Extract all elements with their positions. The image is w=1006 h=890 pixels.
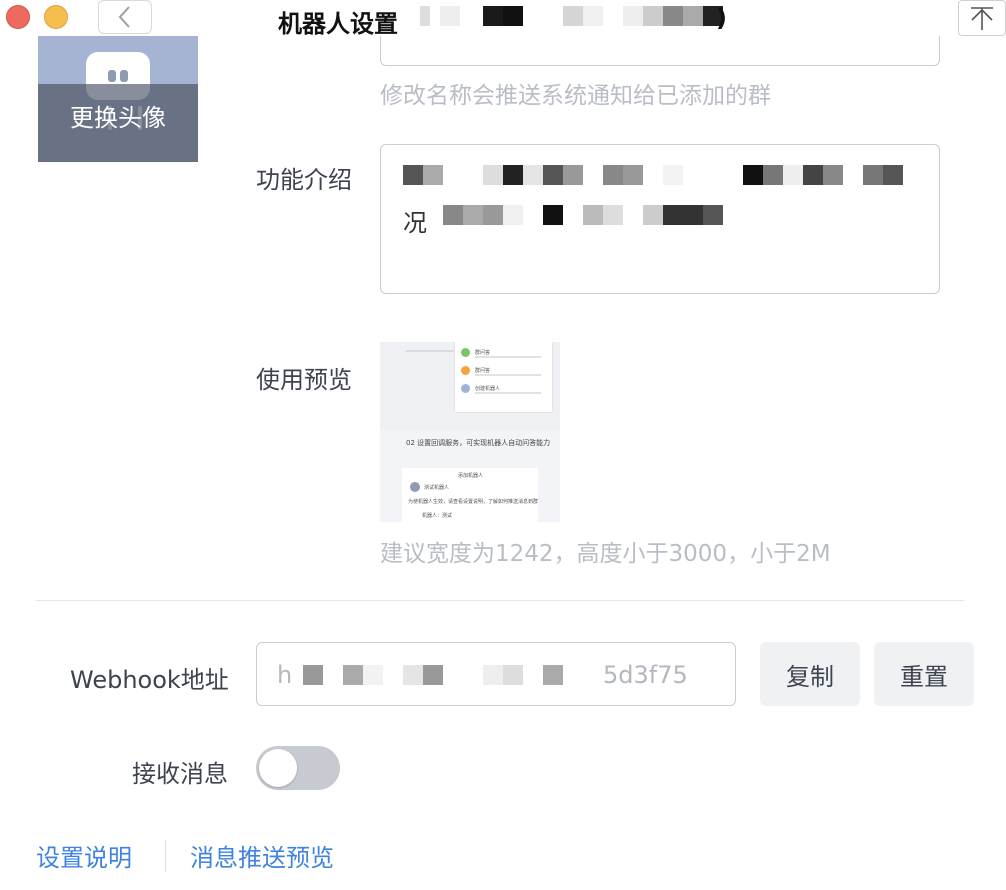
redaction xyxy=(463,205,483,225)
redaction xyxy=(423,165,443,185)
redaction xyxy=(420,6,430,26)
redaction xyxy=(763,165,783,185)
chevron-left-icon xyxy=(118,6,130,28)
chat-icon xyxy=(461,348,470,357)
preview-panel: 添加机器人 测试机器人 为使机器人生效，请查看设置说明，了解如何推送消息到群 机… xyxy=(402,468,538,522)
change-avatar-label: 更换头像 xyxy=(70,104,166,132)
redaction xyxy=(543,165,563,185)
description-textarea[interactable]: 况 xyxy=(380,144,940,294)
preview-heading: 02 设置回调服务，可实现机器人自动问答能力 xyxy=(406,439,551,447)
window-title: 机器人设置 xyxy=(278,4,398,39)
redaction xyxy=(543,665,563,685)
webhook-url-start: h xyxy=(277,661,293,689)
redaction xyxy=(783,165,803,185)
redaction xyxy=(483,205,503,225)
copy-button[interactable]: 复制 xyxy=(760,642,860,706)
redaction xyxy=(883,165,903,185)
redaction xyxy=(583,205,603,225)
name-hint: 修改名称会推送系统通知给已添加的群 xyxy=(380,83,771,109)
robot-icon xyxy=(461,384,470,393)
redaction xyxy=(823,165,843,185)
redaction xyxy=(563,6,583,26)
redaction xyxy=(703,205,723,225)
redaction xyxy=(503,6,523,26)
title-bar: 机器人设置 ) xyxy=(0,0,1006,39)
minimize-window-button[interactable] xyxy=(44,5,68,29)
toggle-knob[interactable] xyxy=(259,749,297,787)
description-line2: 况 xyxy=(403,209,427,237)
redaction xyxy=(483,665,503,685)
redaction xyxy=(863,165,883,185)
redaction xyxy=(343,665,363,685)
webhook-url-field[interactable]: h 5d3f75 xyxy=(256,642,736,706)
redaction xyxy=(663,6,683,26)
window-title-end: ) xyxy=(716,4,727,32)
redaction xyxy=(503,165,523,185)
pin-top-icon xyxy=(971,7,993,30)
redaction xyxy=(643,205,663,225)
receive-messages-toggle[interactable] xyxy=(256,746,340,790)
redaction xyxy=(443,205,463,225)
preview-label: 使用预览 xyxy=(256,366,352,394)
back-button[interactable] xyxy=(98,0,152,34)
redaction xyxy=(483,6,503,26)
redaction xyxy=(563,165,583,185)
redaction xyxy=(440,6,460,26)
avatar[interactable]: 更换头像 xyxy=(38,36,198,162)
redaction xyxy=(643,6,663,26)
redaction xyxy=(523,165,543,185)
preview-menu-card: 群问答 群问答 创建机器人 xyxy=(455,342,552,412)
section-divider xyxy=(36,600,964,601)
robot-icon xyxy=(410,482,420,492)
redaction xyxy=(663,205,683,225)
redaction xyxy=(683,6,703,26)
redaction xyxy=(423,665,443,685)
redaction xyxy=(583,6,603,26)
close-window-button[interactable] xyxy=(6,5,30,29)
preview-image[interactable]: 群问答 群问答 创建机器人 02 设置回调服务，可实现机器人自动问答能力 添加机… xyxy=(380,342,560,522)
redaction xyxy=(403,165,423,185)
window-title-text: 机器人设置 xyxy=(278,10,398,38)
redaction xyxy=(503,205,523,225)
link-divider xyxy=(165,840,166,872)
redaction xyxy=(503,665,523,685)
webhook-url-end: 5d3f75 xyxy=(603,661,688,689)
redaction xyxy=(543,205,563,225)
webhook-label: Webhook地址 xyxy=(70,666,229,694)
redaction xyxy=(303,665,323,685)
redaction xyxy=(803,165,823,185)
redaction xyxy=(743,165,763,185)
setup-guide-link[interactable]: 设置说明 xyxy=(36,838,132,873)
redaction xyxy=(603,165,623,185)
description-label: 功能介绍 xyxy=(256,166,352,194)
redaction xyxy=(663,165,683,185)
receive-label: 接收消息 xyxy=(132,760,228,788)
redaction xyxy=(683,205,703,225)
redaction xyxy=(363,665,383,685)
pin-to-top-button[interactable] xyxy=(958,0,1006,36)
chat-icon xyxy=(461,366,470,375)
redaction xyxy=(483,165,503,185)
reset-button[interactable]: 重置 xyxy=(874,642,974,706)
redaction xyxy=(623,6,643,26)
preview-hint: 建议宽度为1242，高度小于3000，小于2M xyxy=(380,541,831,567)
redaction xyxy=(403,665,423,685)
push-preview-link[interactable]: 消息推送预览 xyxy=(190,838,334,873)
redaction xyxy=(603,205,623,225)
redaction xyxy=(623,165,643,185)
